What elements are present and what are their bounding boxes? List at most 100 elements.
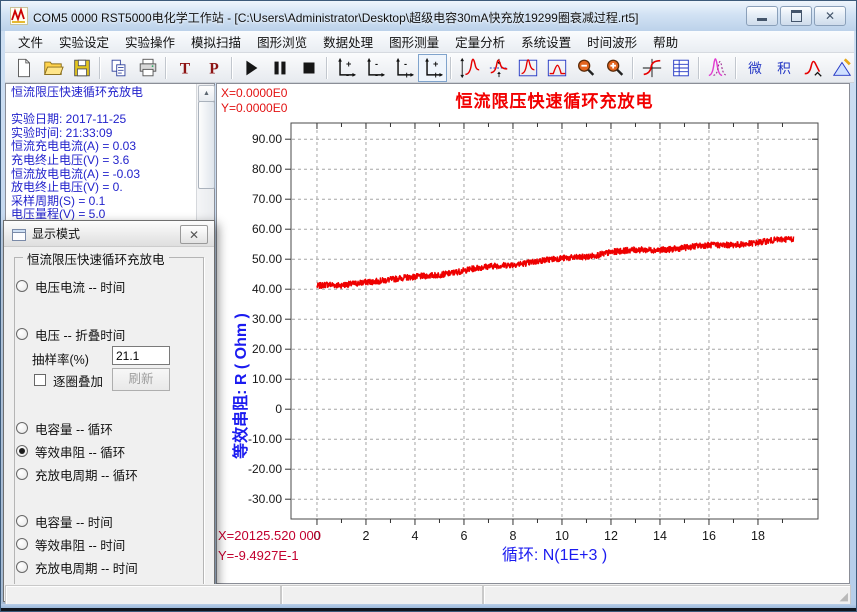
axis-quadrant-1-button[interactable]: +- bbox=[331, 54, 360, 82]
menu-item-simulation-scan[interactable]: 模拟扫描 bbox=[183, 30, 249, 53]
svg-text:-: - bbox=[346, 70, 349, 79]
radio-capacity-vs-time[interactable]: 电容量 -- 时间 bbox=[16, 513, 113, 529]
window-bottom-border bbox=[1, 604, 856, 611]
radio-icon[interactable] bbox=[16, 515, 28, 527]
radio-label: 等效串阻 -- 循环 bbox=[35, 442, 125, 461]
toolbar-separator bbox=[326, 57, 328, 79]
open-file-button[interactable] bbox=[38, 54, 67, 82]
resize-grip[interactable]: ◢ bbox=[840, 592, 848, 603]
scrollbar-thumb[interactable] bbox=[198, 101, 215, 189]
differentiate-button[interactable]: 微 bbox=[740, 54, 769, 82]
esr-curve bbox=[317, 237, 794, 289]
esr-vs-cycle-chart[interactable]: 90.0080.0070.0060.0050.0040.0030.0020.00… bbox=[217, 84, 849, 583]
zoom-full-button[interactable] bbox=[542, 54, 571, 82]
print-button[interactable] bbox=[133, 54, 162, 82]
copy-button[interactable] bbox=[104, 54, 133, 82]
save-button[interactable] bbox=[67, 54, 96, 82]
radio-icon[interactable] bbox=[16, 468, 28, 480]
radio-icon[interactable] bbox=[16, 280, 28, 292]
radio-icon[interactable] bbox=[16, 445, 28, 457]
dialog-titlebar[interactable]: 显示模式 ✕ bbox=[4, 221, 214, 247]
menu-item-experiment-operation[interactable]: 实验操作 bbox=[117, 30, 183, 53]
scroll-up-icon[interactable]: ▲ bbox=[198, 85, 215, 102]
pause-button[interactable] bbox=[265, 54, 294, 82]
close-button[interactable]: ✕ bbox=[814, 6, 846, 26]
checkbox-label: 逐圈叠加 bbox=[53, 371, 103, 390]
radio-voltage-current-vs-time[interactable]: 电压电流 -- 时间 bbox=[16, 278, 125, 294]
menu-item-time-waveform[interactable]: 时间波形 bbox=[579, 30, 645, 53]
radio-label: 电压电流 -- 时间 bbox=[35, 277, 125, 296]
toolbar: TP+----+++微积 bbox=[5, 53, 854, 83]
radio-esr-vs-time[interactable]: 等效串阻 -- 时间 bbox=[16, 536, 125, 552]
menu-item-graph-measure[interactable]: 图形测量 bbox=[381, 30, 447, 53]
radio-capacity-vs-cycle[interactable]: 电容量 -- 循环 bbox=[16, 420, 113, 436]
measure-ruler-button[interactable] bbox=[827, 54, 856, 82]
axis-quadrant-2-button[interactable]: -- bbox=[360, 54, 389, 82]
y-tick-label: 80.00 bbox=[252, 162, 282, 176]
new-file-button[interactable] bbox=[9, 54, 38, 82]
axis-quadrant-3-button[interactable]: -+ bbox=[389, 54, 418, 82]
restore-button[interactable] bbox=[780, 6, 812, 26]
center-curve-button[interactable] bbox=[484, 54, 513, 82]
copy-icon bbox=[108, 57, 130, 79]
dialog-close-button[interactable]: ✕ bbox=[180, 225, 208, 244]
zoom-in-button[interactable] bbox=[600, 54, 629, 82]
svg-text:+: + bbox=[346, 59, 351, 69]
menu-item-graph-browse[interactable]: 图形浏览 bbox=[249, 30, 315, 53]
groupbox-title: 恒流限压快速循环充放电 bbox=[23, 249, 169, 268]
p-marker-button[interactable]: P bbox=[199, 54, 228, 82]
radio-icon[interactable] bbox=[16, 422, 28, 434]
menu-item-system-settings[interactable]: 系统设置 bbox=[513, 30, 579, 53]
refresh-button[interactable]: 刷新 bbox=[112, 368, 170, 391]
y-tick-label: -20.00 bbox=[248, 462, 282, 476]
radio-period-vs-cycle[interactable]: 充放电周期 -- 循环 bbox=[16, 466, 138, 482]
fit-y-button[interactable] bbox=[455, 54, 484, 82]
info-line: 放电终止电压(V) = 0. bbox=[11, 181, 195, 195]
stop-button[interactable] bbox=[294, 54, 323, 82]
status-pane-1 bbox=[5, 585, 281, 605]
display-mode-dialog: 显示模式 ✕ 恒流限压快速循环充放电 电压电流 -- 时间 电压 -- 折叠时间… bbox=[3, 220, 215, 602]
minimize-button[interactable] bbox=[746, 6, 778, 26]
new-file-icon bbox=[13, 57, 35, 79]
zoom-out-button[interactable] bbox=[571, 54, 600, 82]
smooth-curve-button[interactable] bbox=[798, 54, 827, 82]
axis-quadrant-4-button[interactable]: ++ bbox=[418, 54, 447, 82]
minimize-icon bbox=[757, 18, 767, 21]
radio-period-vs-time[interactable]: 充放电周期 -- 时间 bbox=[16, 559, 138, 575]
menu-item-file[interactable]: 文件 bbox=[10, 30, 51, 53]
menu-item-help[interactable]: 帮助 bbox=[645, 30, 686, 53]
integrate-button[interactable]: 积 bbox=[769, 54, 798, 82]
radio-label: 等效串阻 -- 时间 bbox=[35, 535, 125, 554]
experiment-info-text: 恒流限压快速循环充放电 实验日期: 2017-11-25实验时间: 21:33:… bbox=[11, 86, 195, 236]
menu-item-data-processing[interactable]: 数据处理 bbox=[315, 30, 381, 53]
menu-item-experiment-settings[interactable]: 实验设定 bbox=[51, 30, 117, 53]
cursor-measure-button[interactable] bbox=[637, 54, 666, 82]
zoom-window-button[interactable] bbox=[513, 54, 542, 82]
fit-y-icon bbox=[459, 57, 481, 79]
data-table-icon bbox=[670, 57, 692, 79]
t-marker-button[interactable]: T bbox=[170, 54, 199, 82]
cursor-measure-icon bbox=[641, 57, 663, 79]
overlay-per-cycle-checkbox-row[interactable]: 逐圈叠加 bbox=[34, 372, 103, 388]
radio-label: 充放电周期 -- 时间 bbox=[35, 558, 138, 577]
menu-item-quantitative-analysis[interactable]: 定量分析 bbox=[447, 30, 513, 53]
menubar: 文件实验设定实验操作模拟扫描图形浏览数据处理图形测量定量分析系统设置时间波形帮助 bbox=[5, 31, 854, 53]
radio-esr-vs-cycle[interactable]: 等效串阻 -- 循环 bbox=[16, 443, 125, 459]
run-button[interactable] bbox=[236, 54, 265, 82]
stop-icon bbox=[298, 57, 320, 79]
x-axis-label: 循环: N(1E+3 ) bbox=[291, 541, 818, 565]
radio-icon[interactable] bbox=[16, 561, 28, 573]
axis-quadrant-3-icon: -+ bbox=[393, 57, 415, 79]
radio-icon[interactable] bbox=[16, 328, 28, 340]
info-line: 充电终止电压(V) = 3.6 bbox=[11, 154, 195, 168]
svg-text:微: 微 bbox=[748, 61, 762, 76]
y-tick-label: 0 bbox=[275, 402, 282, 416]
data-table-button[interactable] bbox=[666, 54, 695, 82]
radio-icon[interactable] bbox=[16, 538, 28, 550]
svg-text:积: 积 bbox=[777, 61, 791, 76]
checkbox-icon[interactable] bbox=[34, 374, 46, 386]
sampling-rate-input[interactable] bbox=[112, 346, 170, 365]
overlay-curves-button[interactable] bbox=[703, 54, 732, 82]
svg-text:+: + bbox=[404, 70, 409, 79]
radio-voltage-vs-folded-time[interactable]: 电压 -- 折叠时间 bbox=[16, 326, 125, 342]
